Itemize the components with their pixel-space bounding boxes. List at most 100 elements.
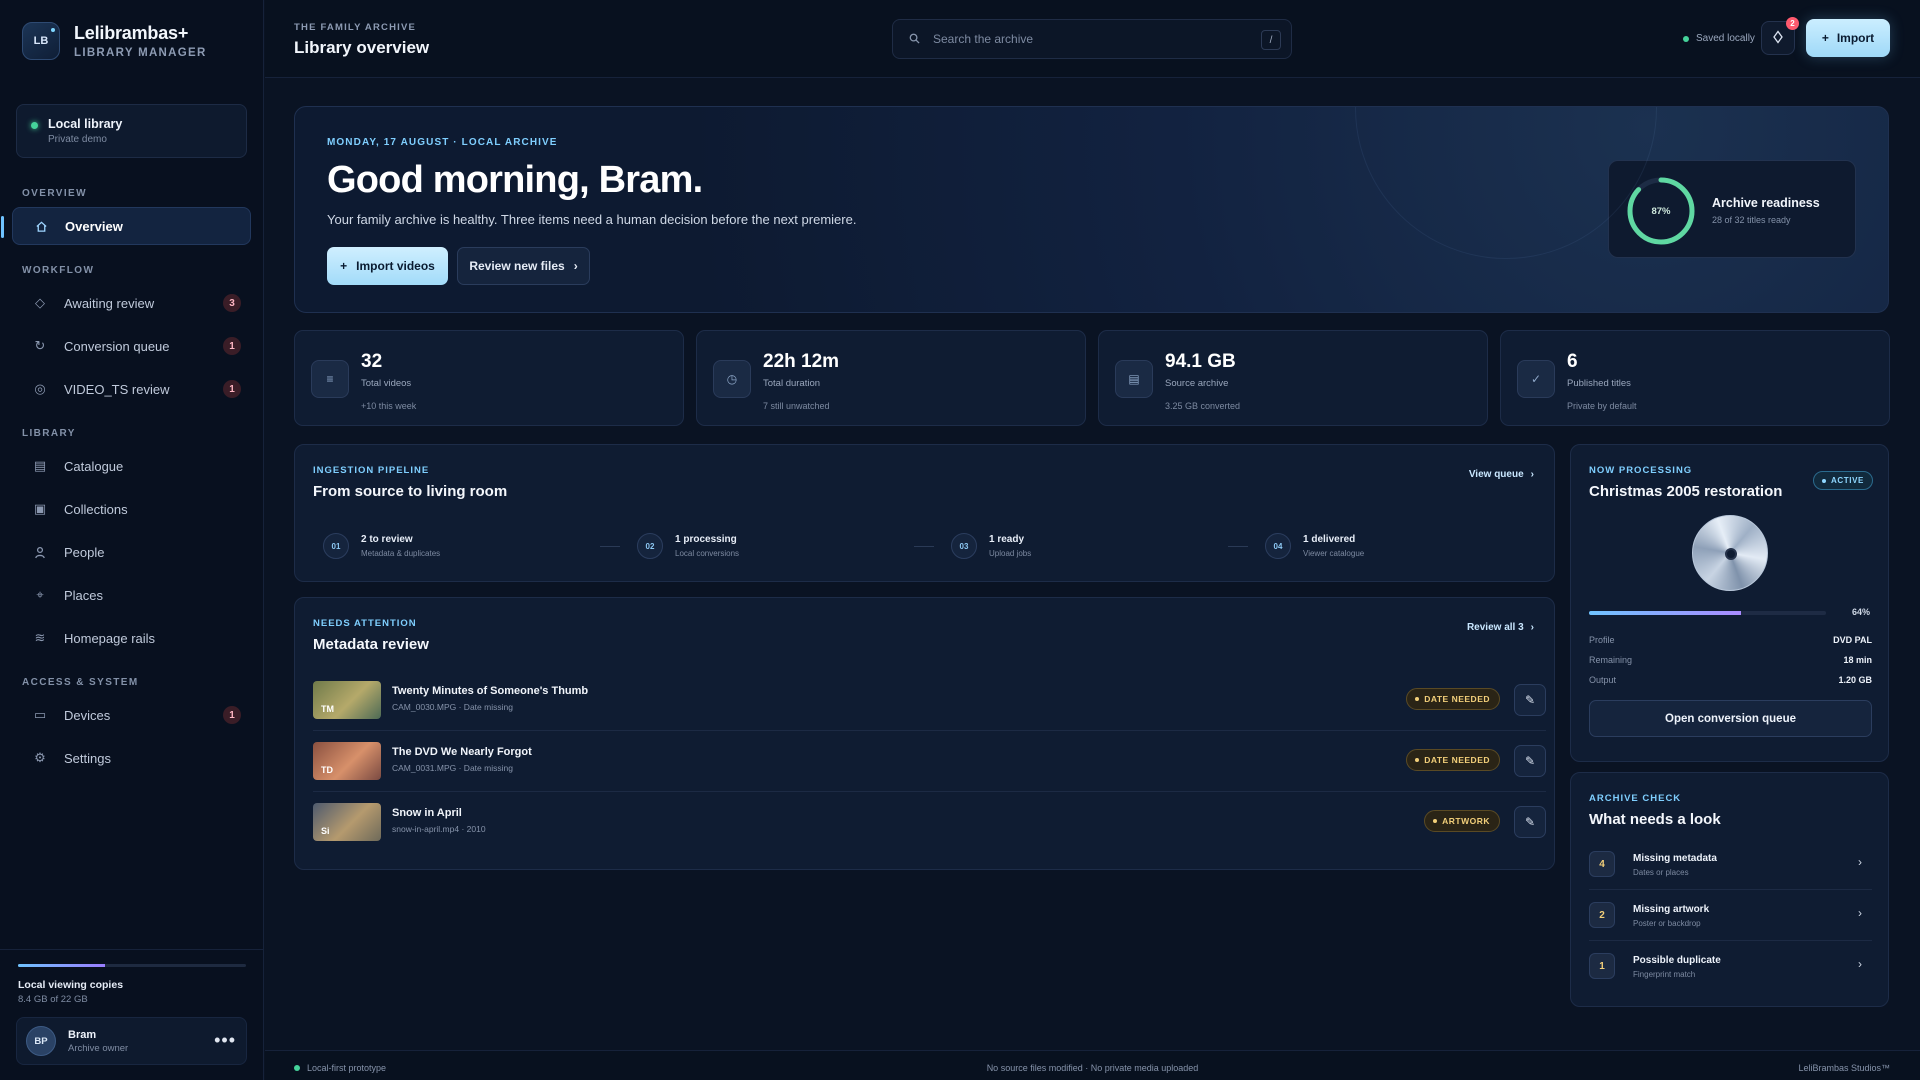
footer-privacy-note: No source files modified · No private me… (986, 1063, 1199, 1073)
step-subtitle: Viewer catalogue (1303, 549, 1365, 558)
stat-value: 22h 12m (763, 351, 840, 372)
count-badge: 1 (223, 706, 241, 724)
badge-dot (1433, 819, 1438, 823)
search-input[interactable]: Search the archive / (892, 19, 1292, 59)
pipeline-step-review[interactable]: 01 2 to review Metadata & duplicates (323, 533, 440, 559)
step-connector (914, 546, 934, 547)
edit-button[interactable]: ✎ (1514, 684, 1546, 716)
diamond-icon: ◇ (35, 295, 45, 310)
stat-note: 7 still unwatched (763, 401, 830, 411)
view-queue-label: View queue (1468, 469, 1524, 480)
stat-card-source-archive: ▤ 94.1 GB Source archive 3.25 GB convert… (1098, 330, 1488, 426)
check-item-possible-duplicate[interactable]: 1 Possible duplicate Fingerprint match › (1589, 941, 1872, 991)
pipeline-title: From source to living room (313, 483, 508, 500)
sidebar-item-overview[interactable]: Overview (1, 207, 251, 245)
sidebar-item-label: Catalogue (64, 458, 124, 474)
brand[interactable]: LB Lelibrambas+ LIBRARY MANAGER (22, 22, 207, 60)
check-item-missing-metadata[interactable]: 4 Missing metadata Dates or places › (1589, 839, 1872, 889)
library-title: Local library (48, 117, 123, 131)
video-thumbnail: TM (313, 681, 381, 719)
row-meta: CAM_0030.MPG · Date missing (392, 702, 513, 712)
table-row[interactable]: TM Twenty Minutes of Someone's Thumb CAM… (313, 675, 1546, 725)
plus-icon: + (1821, 31, 1829, 45)
sidebar-item-collections[interactable]: ▣ Collections (12, 490, 251, 528)
chevron-right-icon: › (1858, 957, 1862, 971)
sidebar-item-catalogue[interactable]: ▤ Catalogue (12, 447, 251, 485)
user-card[interactable]: BP Bram Archive owner ••• (16, 1017, 247, 1065)
section-overview: OVERVIEW (22, 188, 87, 199)
readiness-percent: 87% (1651, 205, 1671, 217)
sidebar-item-people[interactable]: People (12, 533, 251, 571)
detail-value: 1.20 GB (1838, 675, 1872, 685)
check-subtitle: Dates or places (1633, 868, 1689, 877)
check-item-missing-artwork[interactable]: 2 Missing artwork Poster or backdrop › (1589, 890, 1872, 940)
edit-button[interactable]: ✎ (1514, 806, 1546, 838)
sidebar-item-label: Homepage rails (64, 630, 156, 646)
detail-value: DVD PAL (1833, 635, 1872, 645)
section-access-system: ACCESS & SYSTEM (22, 677, 139, 688)
disc-icon: ◎ (34, 381, 46, 396)
sidebar-item-video-ts-review[interactable]: ◎ VIDEO_TS review 1 (12, 370, 251, 408)
row-divider (313, 791, 1546, 792)
rails-icon: ≋ (34, 630, 46, 645)
sidebar-item-label: Settings (64, 750, 111, 766)
row-title: Twenty Minutes of Someone's Thumb (392, 685, 589, 697)
open-conversion-queue-button[interactable]: Open conversion queue (1589, 700, 1872, 737)
badge-label: DATE NEEDED (1424, 694, 1490, 704)
sidebar-item-conversion-queue[interactable]: ↻ Conversion queue 1 (12, 327, 251, 365)
detail-key: Remaining (1589, 655, 1633, 665)
sidebar-item-awaiting-review[interactable]: ◇ Awaiting review 3 (12, 284, 251, 322)
pipeline-step-delivered[interactable]: 04 1 delivered Viewer catalogue (1265, 533, 1364, 559)
badge-label: ARTWORK (1442, 816, 1490, 826)
storage-bar-fill (18, 964, 105, 967)
pencil-icon: ✎ (1524, 693, 1536, 707)
storage-title: Local viewing copies (18, 979, 124, 991)
import-videos-button[interactable]: + Import videos (327, 247, 448, 285)
archive-check-panel: ARCHIVE CHECK What needs a look 4 Missin… (1570, 772, 1889, 1007)
check-title: Missing metadata (1633, 853, 1717, 864)
step-number: 03 (951, 533, 977, 559)
pipeline-step-processing[interactable]: 02 1 processing Local conversions (637, 533, 739, 559)
storage-bar (18, 964, 246, 967)
chevron-right-icon: › (1530, 469, 1534, 480)
import-button[interactable]: + Import (1806, 19, 1890, 57)
storage-usage: Local viewing copies 8.4 GB of 22 GB (18, 964, 246, 1005)
step-title: 2 to review (361, 534, 413, 545)
check-icon: ✓ (1517, 360, 1555, 398)
table-row[interactable]: Si Snow in April snow-in-april.mp4 · 201… (313, 797, 1546, 847)
progress-fill (1589, 611, 1741, 615)
step-title: 1 ready (989, 534, 1025, 545)
check-count: 1 (1589, 953, 1615, 979)
sidebar-item-homepage-rails[interactable]: ≋ Homepage rails (12, 619, 251, 657)
badge-dot (1415, 697, 1420, 701)
badge-dot (1822, 478, 1826, 483)
app-logo: LB (22, 22, 60, 60)
import-button-label: Import (1836, 31, 1875, 45)
sidebar-item-settings[interactable]: ⚙ Settings (12, 739, 251, 777)
section-library: LIBRARY (22, 428, 76, 439)
search-shortcut-key: / (1261, 30, 1281, 50)
stat-value: 94.1 GB (1165, 351, 1236, 372)
more-icon[interactable]: ••• (214, 1030, 236, 1051)
hero-date: MONDAY, 17 AUGUST · LOCAL ARCHIVE (327, 137, 558, 148)
edit-button[interactable]: ✎ (1514, 745, 1546, 777)
import-videos-label: Import videos (356, 259, 435, 273)
view-queue-link[interactable]: View queue › (1469, 469, 1534, 480)
review-new-files-button[interactable]: Review new files › (457, 247, 590, 285)
notification-badge: 2 (1786, 17, 1799, 30)
library-switcher[interactable]: Local library Private demo (16, 104, 247, 158)
sidebar-item-devices[interactable]: ▭ Devices 1 (12, 696, 251, 734)
sidebar-item-places[interactable]: ⌖ Places (12, 576, 251, 614)
save-status-label: Saved locally (1696, 33, 1755, 44)
disc-icon (1692, 515, 1768, 591)
metadata-review-panel: NEEDS ATTENTION Metadata review Review a… (294, 597, 1555, 870)
notifications-button[interactable]: 2 (1761, 17, 1799, 55)
detail-value: 18 min (1843, 655, 1872, 665)
pipeline-step-ready[interactable]: 03 1 ready Upload jobs (951, 533, 1031, 559)
attention-eyebrow: NEEDS ATTENTION (313, 618, 417, 629)
gear-icon: ⚙ (34, 750, 46, 765)
archive-readiness-card[interactable]: 87% Archive readiness 28 of 32 titles re… (1608, 160, 1856, 258)
table-row[interactable]: TD The DVD We Nearly Forgot CAM_0031.MPG… (313, 736, 1546, 786)
stat-value: 32 (361, 351, 383, 372)
review-all-link[interactable]: Review all 3 › (1467, 622, 1534, 633)
